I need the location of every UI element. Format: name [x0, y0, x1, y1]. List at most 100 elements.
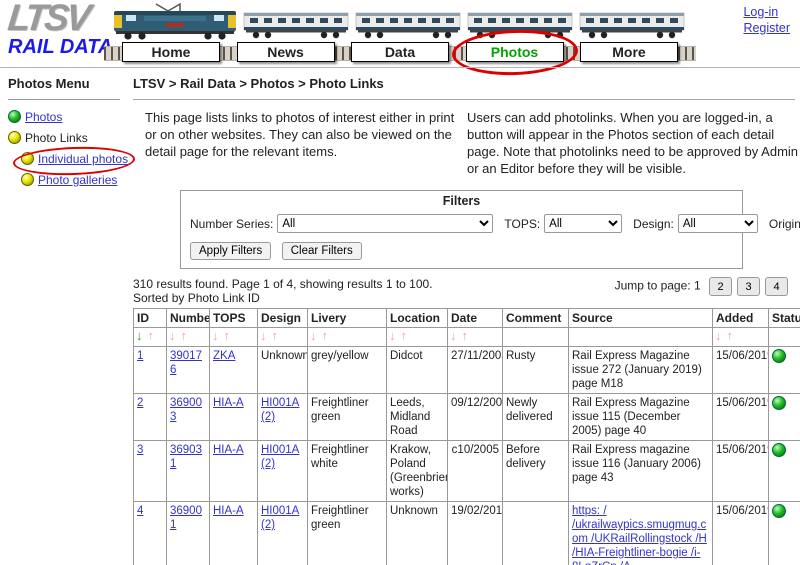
cell-number-link[interactable]: 369001 [170, 505, 202, 531]
column-header-design[interactable]: Design [258, 309, 308, 328]
jump-to-page-label: Jump to page: [615, 279, 691, 293]
filter-group-origins: Origins:All [769, 214, 800, 233]
sort-descending-icon[interactable]: ↓ [169, 328, 176, 343]
cell-number: 390176 [167, 347, 210, 394]
cell-livery: Freightliner white [308, 441, 387, 502]
cell-design: HI001A (2) [258, 502, 308, 565]
sort-ascending-icon[interactable]: ↑ [272, 328, 279, 343]
sort-descending-icon[interactable]: ↓ [450, 328, 457, 343]
cell-date: 19/02/2013 [448, 502, 503, 565]
sidebar-divider [8, 99, 120, 100]
sort-ascending-icon[interactable]: ↑ [401, 328, 408, 343]
status-green-icon [772, 349, 786, 363]
sort-ascending-icon[interactable]: ↑ [148, 328, 155, 343]
column-header-source[interactable]: Source [569, 309, 713, 328]
filter-select-tops[interactable]: All [544, 214, 622, 233]
tab-news[interactable]: News [237, 42, 335, 62]
sort-ascending-icon[interactable]: ↑ [224, 328, 231, 343]
filters-panel: Filters Number Series:AllTOPS:AllDesign:… [180, 190, 743, 269]
tab-photos[interactable]: Photos [466, 42, 564, 62]
cell-design-link[interactable]: HI001A (2) [261, 505, 299, 531]
breadcrumb: LTSV > Rail Data > Photos > Photo Links [133, 76, 800, 91]
sidebar-item-individual-photos: Individual photos [21, 152, 128, 167]
cell-id-link[interactable]: 3 [137, 444, 143, 456]
cell-status [769, 394, 800, 441]
status-green-icon [772, 504, 786, 518]
cell-tops-link[interactable]: HIA-A [213, 505, 244, 517]
cell-number: 369003 [167, 394, 210, 441]
tab-more[interactable]: More [580, 42, 678, 62]
page-buttons: 234 [704, 279, 788, 293]
filters-title: Filters [190, 194, 733, 208]
cell-status [769, 502, 800, 565]
cell-id: 3 [134, 441, 167, 502]
table-row: 3 369031 HIA-A HI001A (2) Freightliner white… [134, 441, 800, 502]
column-header-tops[interactable]: TOPS [210, 309, 258, 328]
sort-descending-icon[interactable]: ↓ [715, 328, 722, 343]
sort-cell-design: ↓↑ [258, 328, 308, 347]
clear-filters-button[interactable]: Clear Filters [282, 242, 362, 260]
sort-ascending-icon[interactable]: ↑ [322, 328, 329, 343]
sort-ascending-icon[interactable]: ↑ [462, 328, 469, 343]
results-summary: 310 results found. Page 1 of 4, showing … [133, 277, 433, 291]
yellow-bullet-icon [21, 152, 34, 165]
column-header-date[interactable]: Date [448, 309, 503, 328]
apply-filters-button[interactable]: Apply Filters [190, 242, 271, 260]
cell-id-link[interactable]: 1 [137, 350, 143, 362]
column-header-id[interactable]: ID [134, 309, 167, 328]
sort-cell-id: ↓↑ [134, 328, 167, 347]
cell-added: 15/06/2019 [713, 502, 769, 565]
main-content: LTSV > Rail Data > Photos > Photo Links … [133, 72, 800, 565]
filter-select-design[interactable]: All [678, 214, 758, 233]
sort-descending-icon[interactable]: ↓ [389, 328, 396, 343]
cell-design-link[interactable]: HI001A (2) [261, 444, 299, 470]
site-logo[interactable]: LTSV RAIL DATA [8, 0, 112, 58]
cell-design-link[interactable]: HI001A (2) [261, 397, 299, 423]
sort-ascending-icon[interactable]: ↑ [181, 328, 188, 343]
cell-tops-link[interactable]: HIA-A [213, 397, 244, 409]
filter-select-number-series[interactable]: All [277, 214, 493, 233]
sort-ascending-icon[interactable]: ↑ [727, 328, 734, 343]
column-header-number[interactable]: Number [167, 309, 210, 328]
cell-tops-link[interactable]: ZKA [213, 350, 235, 362]
cell-number-link[interactable]: 369031 [170, 444, 202, 470]
cell-source-link[interactable]: https: / /ukrailwaypics.smugmug.com /UKR… [572, 505, 707, 565]
column-header-comment[interactable]: Comment [503, 309, 569, 328]
sidebar-item-label[interactable]: Photo galleries [38, 173, 117, 187]
column-header-status[interactable]: Status [769, 309, 800, 328]
cell-date: 27/11/2003 [448, 347, 503, 394]
tab-home[interactable]: Home [122, 42, 220, 62]
cell-tops: HIA-A [210, 394, 258, 441]
page-button-4[interactable]: 4 [765, 277, 788, 296]
sidebar-item-photos: Photos [8, 110, 128, 125]
cell-id-link[interactable]: 2 [137, 397, 143, 409]
sort-descending-icon[interactable]: ↓ [310, 328, 317, 343]
column-header-added[interactable]: Added [713, 309, 769, 328]
cell-added: 15/06/2019 [713, 441, 769, 502]
sort-descending-icon[interactable]: ↓ [136, 328, 143, 343]
cell-number-link[interactable]: 390176 [170, 350, 202, 376]
cell-id-link[interactable]: 4 [137, 505, 143, 517]
page-button-3[interactable]: 3 [737, 277, 760, 296]
intro-text: This page lists links to photos of inter… [133, 109, 800, 177]
cell-design: HI001A (2) [258, 394, 308, 441]
column-header-location[interactable]: Location [387, 309, 448, 328]
page-button-2[interactable]: 2 [709, 277, 732, 296]
column-header-livery[interactable]: Livery [308, 309, 387, 328]
sort-cell-status [769, 328, 800, 347]
filter-group-design: Design:All [633, 214, 758, 233]
sort-summary: Sorted by Photo Link ID [133, 291, 433, 305]
register-link[interactable]: Register [743, 20, 790, 36]
sort-descending-icon[interactable]: ↓ [260, 328, 267, 343]
logo-raildata-text: RAIL DATA [8, 36, 112, 58]
sidebar-item-label[interactable]: Photos [25, 110, 62, 124]
tab-data[interactable]: Data [351, 42, 449, 62]
sort-descending-icon[interactable]: ↓ [212, 328, 219, 343]
cell-tops-link[interactable]: HIA-A [213, 444, 244, 456]
sort-cell-date: ↓↑ [448, 328, 503, 347]
cell-number-link[interactable]: 369003 [170, 397, 202, 423]
table-row: 1390176ZKAUnknowngrey/yellowDidcot27/11/… [134, 347, 800, 394]
cell-source: Rail Express Magazine issue 115 (Decembe… [569, 394, 713, 441]
login-link[interactable]: Log-in [743, 4, 790, 20]
sidebar-item-label[interactable]: Individual photos [38, 152, 128, 166]
